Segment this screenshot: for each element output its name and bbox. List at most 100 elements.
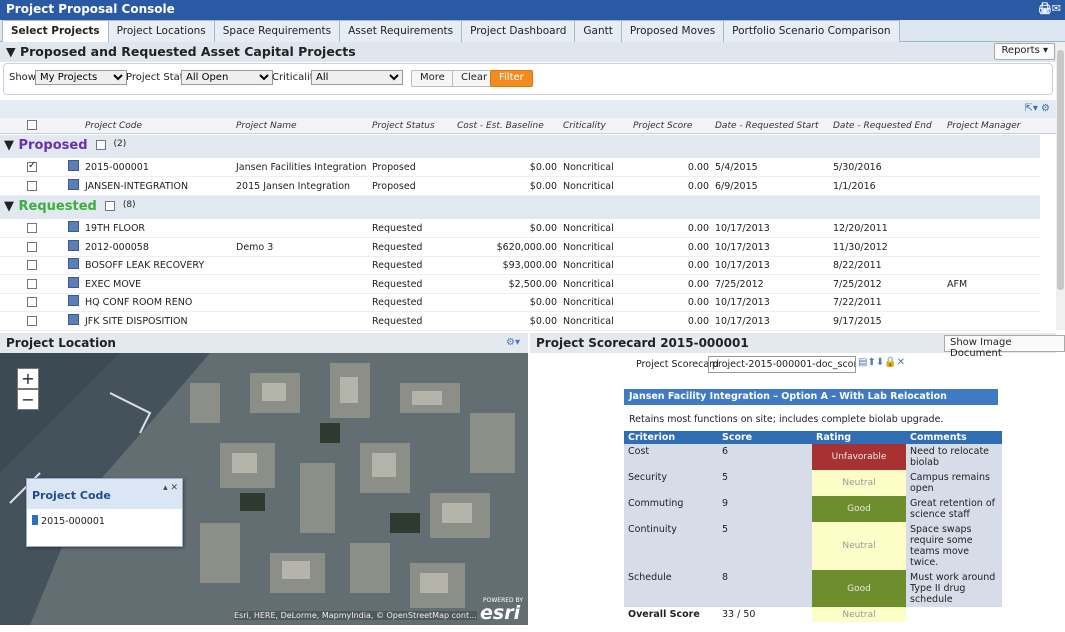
cell-status: Proposed [372, 162, 416, 173]
more-button[interactable]: More [411, 70, 454, 87]
popup-title: Project Code [27, 479, 182, 509]
popup-close-icon[interactable]: ▴ ✕ [163, 483, 178, 493]
table-row[interactable]: 2015-000001 Jansen Facilities Integration… [0, 158, 1040, 177]
column-header-cost-est-baseline[interactable]: Cost - Est. Baseline [457, 121, 544, 131]
score-cell: 8 [718, 570, 812, 607]
project-icon [68, 313, 79, 325]
table-row[interactable]: 19TH FLOOR Requested $0.00 Noncritical 0.00 1… [0, 219, 1040, 238]
cell-status: Requested [372, 223, 423, 234]
tab-select-projects[interactable]: Select Projects [2, 20, 109, 42]
tab-gantt[interactable]: Gantt [574, 20, 622, 42]
criterion-cell: Commuting [624, 496, 718, 522]
grid-scrollbar[interactable] [1056, 42, 1065, 330]
color-swatch-icon [32, 515, 38, 525]
cell-end: 7/25/2012 [833, 278, 882, 290]
row-checkbox[interactable] [27, 278, 37, 289]
export-gear-icon[interactable]: ⇱▾ ⚙ [1024, 103, 1050, 114]
table-row[interactable]: JFK SITE DISPOSITION Requested $0.00 Noncri… [0, 312, 1040, 331]
table-row[interactable]: 2012-000058 Demo 3 Requested $620,000.00 Non… [0, 238, 1040, 257]
table-row[interactable]: BOSOFF LEAK RECOVERY Requested $93,000.00 N… [0, 256, 1040, 275]
scorecard-header-comments: Comments [906, 431, 1002, 444]
column-header-criticality[interactable]: Criticality [563, 121, 606, 131]
app-titlebar: Project Proposal Console 🖨✉ [0, 0, 1065, 20]
table-row[interactable]: JANSEN-INTEGRATION 2015 Jansen Integratio… [0, 177, 1040, 196]
scorecard-field-input[interactable]: project-2015-000001-doc_scorecard.j [708, 356, 856, 373]
cell-crit: Noncritical [563, 241, 614, 253]
cell-end: 1/1/2016 [833, 181, 876, 192]
comments-cell: Must work around Type II drug schedule [906, 570, 1002, 607]
column-header-project-score[interactable]: Project Score [633, 121, 692, 131]
cell-cost: $93,000.00 [502, 260, 557, 271]
group-count: (2) [113, 139, 127, 149]
cell-end: 11/30/2012 [833, 241, 888, 253]
criticality-select[interactable]: All [311, 70, 403, 85]
tab-proposed-moves[interactable]: Proposed Moves [620, 20, 725, 42]
zoom-in-button[interactable]: + [17, 368, 39, 389]
group-checkbox[interactable] [95, 140, 106, 150]
project-icon [68, 179, 79, 190]
group-header-proposed[interactable]: ▼ Proposed (2) [0, 135, 1040, 158]
map-gear-icon[interactable]: ⚙▾ [506, 337, 520, 348]
table-row[interactable]: EXEC MOVE Requested $2,500.00 Noncritical 0.… [0, 275, 1040, 294]
tab-portfolio-scenario-comparison[interactable]: Portfolio Scenario Comparison [723, 20, 900, 42]
criterion-cell: Overall Score [624, 607, 718, 622]
cell-score: 0.00 [687, 223, 709, 234]
scorecard-description: Retains most functions on site; includes… [629, 414, 944, 425]
cell-code: HQ CONF ROOM RENO [85, 297, 193, 308]
show-select[interactable]: My Projects [35, 70, 127, 85]
filter-button[interactable]: Filter [490, 70, 533, 87]
group-header-requested[interactable]: ▼ Requested (8) [0, 196, 1040, 219]
column-header-date-requested-start[interactable]: Date - Requested Start [715, 121, 819, 131]
table-row[interactable]: HQ CONF ROOM RENO Requested $0.00 Noncritic… [0, 293, 1040, 312]
section-title-text: Proposed and Requested Asset Capital Pro… [19, 44, 356, 59]
reports-button[interactable]: Reports ▾ [994, 43, 1055, 60]
column-header-project-code[interactable]: Project Code [85, 121, 142, 131]
project-code-popup: Project Code ▴ ✕ 2015-000001 [26, 478, 183, 547]
tab-project-dashboard[interactable]: Project Dashboard [461, 20, 576, 42]
group-checkbox[interactable] [104, 201, 115, 211]
column-header-project-status[interactable]: Project Status [372, 121, 435, 131]
show-image-button[interactable]: Show Image Document [944, 335, 1065, 359]
scorecard-header-criterion: Criterion [624, 431, 718, 444]
scorecard-field-label: Project Scorecard [636, 359, 719, 370]
location-panel-header: Project Location ⚙▾ [0, 333, 528, 353]
row-checkbox[interactable] [27, 241, 37, 252]
scorecard-header-score: Score [718, 431, 812, 444]
cell-code: 2012-000058 [85, 241, 149, 253]
select-all-checkbox[interactable] [27, 120, 37, 130]
tab-space-requirements[interactable]: Space Requirements [213, 20, 341, 42]
cell-cost: $2,500.00 [508, 278, 557, 290]
scorecard-row: Cost 6 Unfavorable Need to relocate biolab [624, 444, 1002, 470]
rating-cell: Unfavorable [812, 444, 906, 470]
score-cell: 33 / 50 [718, 607, 812, 622]
grid-toolbar: ⇱▾ ⚙ [0, 100, 1056, 118]
column-header-project-manager[interactable]: Project Manager [947, 121, 1020, 131]
tab-project-locations[interactable]: Project Locations [107, 20, 215, 42]
tab-asset-requirements[interactable]: Asset Requirements [339, 20, 463, 42]
print-email-icon[interactable]: 🖨✉ [1038, 2, 1061, 15]
cell-score: 0.00 [687, 162, 709, 173]
esri-logo: esri [480, 602, 521, 624]
project-icon [68, 276, 79, 288]
row-checkbox[interactable] [27, 160, 37, 172]
cell-start: 6/9/2015 [715, 181, 758, 192]
column-header-project-name[interactable]: Project Name [236, 121, 297, 131]
row-checkbox[interactable] [27, 297, 37, 307]
cell-status: Requested [372, 278, 423, 290]
cell-end: 12/20/2011 [833, 223, 888, 234]
row-checkbox[interactable] [27, 315, 37, 326]
row-checkbox[interactable] [27, 260, 37, 270]
status-select[interactable]: All Open [181, 70, 273, 85]
criterion-cell: Security [624, 470, 718, 496]
row-checkbox[interactable] [27, 223, 37, 233]
row-checkbox[interactable] [27, 181, 37, 191]
grid-column-headers: Project Code Project Name Project Status Co… [0, 118, 1056, 134]
column-header-date-requested-end[interactable]: Date - Requested End [833, 121, 932, 131]
document-actions-icon[interactable]: ▤⬆⬇🔒✕ [858, 357, 905, 368]
cell-status: Requested [372, 260, 423, 271]
zoom-out-button[interactable]: − [17, 389, 39, 410]
collapse-arrow-icon[interactable]: ▼ [4, 138, 19, 153]
scorecard-row: Continuity 5 Neutral Space swaps require so… [624, 522, 1002, 570]
section-title: ▼ Proposed and Requested Asset Capital P… [0, 42, 1056, 62]
collapse-arrow-icon[interactable]: ▼ [4, 199, 19, 214]
